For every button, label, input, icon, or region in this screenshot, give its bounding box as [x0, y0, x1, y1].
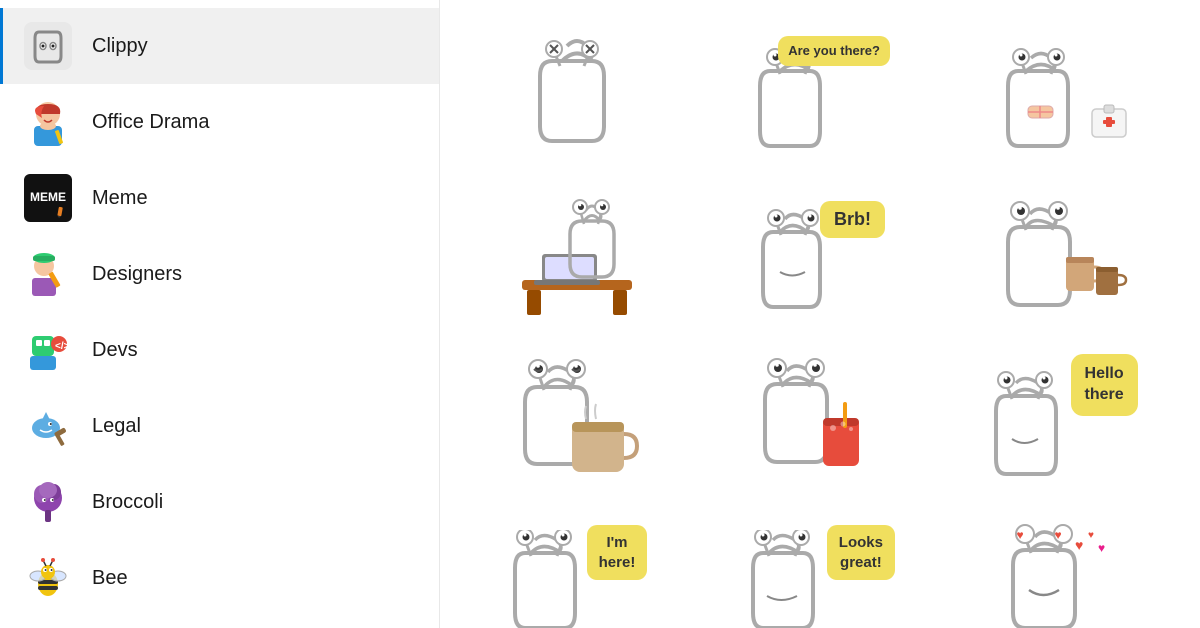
svg-text:♥: ♥: [1016, 528, 1023, 542]
sidebar-item-meme[interactable]: MEME Meme: [0, 160, 439, 236]
sticker-cell[interactable]: [456, 176, 699, 338]
sticker-cell[interactable]: Are you there?: [699, 16, 942, 176]
sidebar-item-devs[interactable]: </> Devs: [0, 312, 439, 388]
clippy-icon: [24, 22, 72, 70]
sidebar-item-label-devs: Devs: [92, 339, 138, 362]
sidebar-item-label-bee: Bee: [92, 567, 128, 590]
sticker-grid: Are you there?: [456, 16, 1184, 628]
sticker-cell[interactable]: [941, 16, 1184, 176]
legal-icon: [24, 402, 72, 450]
sticker-cell[interactable]: Looks great!: [699, 500, 942, 628]
hello-there-bubble: Hello there: [1071, 354, 1138, 416]
office-drama-icon: [24, 98, 72, 146]
brb-bubble: Brb!: [820, 201, 885, 238]
bee-icon: [24, 554, 72, 602]
sticker-cell[interactable]: ♥ ♥ ♥ ♥ ♥: [941, 500, 1184, 628]
svg-text:♥: ♥: [1054, 528, 1061, 542]
broccoli-icon: [24, 478, 72, 526]
sidebar-item-label-broccoli: Broccoli: [92, 491, 163, 514]
sticker-cell[interactable]: [456, 338, 699, 500]
looks-great-bubble: Looks great!: [827, 525, 895, 580]
svg-text:♥: ♥: [1088, 530, 1094, 541]
designers-icon: [24, 250, 72, 298]
svg-text:♥: ♥: [1075, 537, 1083, 553]
sidebar-item-legal[interactable]: Legal: [0, 388, 439, 464]
sticker-cell[interactable]: [456, 16, 699, 176]
sticker-cell[interactable]: Brb!: [699, 176, 942, 338]
svg-text:</>: </>: [55, 341, 70, 352]
sticker-panel: Are you there?: [440, 0, 1200, 628]
sidebar-item-bee[interactable]: Bee: [0, 540, 439, 616]
sticker-cell[interactable]: [699, 338, 942, 500]
sidebar-item-designers[interactable]: Designers: [0, 236, 439, 312]
sticker-cell[interactable]: I'm here!: [456, 500, 699, 628]
im-here-bubble: I'm here!: [587, 525, 648, 580]
sidebar-item-label-designers: Designers: [92, 263, 182, 286]
sidebar: Clippy Office Drama MEME: [0, 0, 440, 628]
are-you-there-bubble: Are you there?: [778, 36, 890, 66]
sidebar-item-office-drama[interactable]: Office Drama: [0, 84, 439, 160]
meme-icon: MEME: [24, 174, 72, 222]
sidebar-item-label-legal: Legal: [92, 415, 141, 438]
sidebar-item-label-office-drama: Office Drama: [92, 111, 209, 134]
svg-text:♥: ♥: [1098, 541, 1105, 555]
sidebar-item-label-meme: Meme: [92, 187, 148, 210]
sidebar-item-label-clippy: Clippy: [92, 35, 148, 58]
sidebar-item-broccoli[interactable]: Broccoli: [0, 464, 439, 540]
sticker-cell[interactable]: [941, 176, 1184, 338]
devs-icon: </>: [24, 326, 72, 374]
sticker-cell[interactable]: Hello there: [941, 338, 1184, 500]
sidebar-item-clippy[interactable]: Clippy: [0, 8, 439, 84]
